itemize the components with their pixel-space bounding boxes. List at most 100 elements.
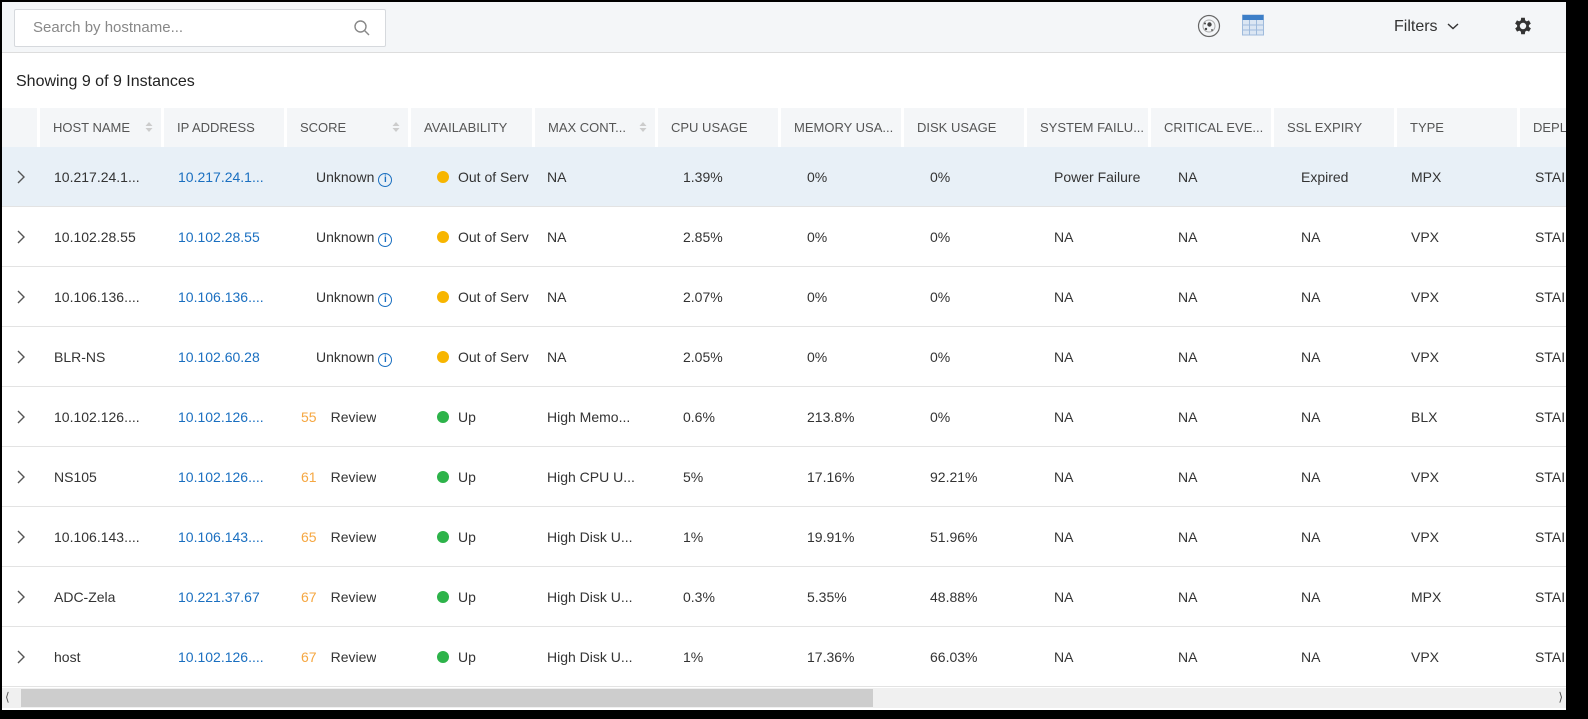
availability-status: Up <box>458 469 476 485</box>
score-label: Review <box>330 409 377 425</box>
mem-cell: 0% <box>807 229 828 245</box>
chevron-right-icon[interactable] <box>16 229 26 245</box>
gear-icon[interactable] <box>1512 15 1534 37</box>
disk-cell: 66.03% <box>930 649 978 665</box>
ip-cell[interactable]: 10.217.24.1... <box>178 147 287 207</box>
ip-cell[interactable]: 10.106.143.... <box>178 507 287 567</box>
mem-cell: 5.35% <box>807 589 847 605</box>
chevron-right-icon[interactable] <box>16 349 26 365</box>
scroll-right-icon[interactable]: ⟩ <box>1558 690 1563 704</box>
table-row[interactable]: 10.106.143.... 10.106.143.... 65 Review Up Hi… <box>2 507 1566 567</box>
cpu-cell: 2.85% <box>683 229 723 245</box>
status-dot-icon <box>437 291 449 303</box>
sort-icon[interactable] <box>639 121 647 133</box>
chevron-right-icon[interactable] <box>16 529 26 545</box>
horizontal-scrollbar[interactable]: ⟨ ⟩ <box>2 688 1566 708</box>
ssl-cell: NA <box>1301 409 1321 425</box>
host-cell: 10.102.28.55 <box>54 229 136 245</box>
status-dot-icon <box>437 411 449 423</box>
ip-cell[interactable]: 10.102.60.28 <box>178 327 287 387</box>
instance-count: Showing 9 of 9 Instances <box>16 73 195 90</box>
sys-cell: Power Failure <box>1054 169 1141 185</box>
sys-cell: NA <box>1054 409 1074 425</box>
column-header-label: IP ADDRESS <box>177 120 255 135</box>
score-label: Review <box>330 529 377 545</box>
availability-cell: Out of Serv <box>437 267 535 327</box>
ip-cell[interactable]: 10.102.126.... <box>178 387 287 447</box>
column-header[interactable]: MAX CONT... <box>535 108 658 147</box>
info-icon[interactable]: i <box>378 233 393 247</box>
table-row[interactable]: 10.102.28.55 10.102.28.55 Unknown i Out of S… <box>2 207 1566 267</box>
column-header-label: HOST NAME <box>53 120 131 135</box>
ip-cell[interactable]: 10.102.28.55 <box>178 207 287 267</box>
type-cell: VPX <box>1411 229 1440 245</box>
scroll-left-icon[interactable]: ⟨ <box>5 690 10 704</box>
sys-cell: NA <box>1054 289 1074 305</box>
table-row[interactable]: host 10.102.126.... 67 Review Up High Disk U.… <box>2 627 1566 687</box>
status-dot-icon <box>437 591 449 603</box>
column-header[interactable]: DISK USAGE <box>904 108 1027 147</box>
search-icon[interactable] <box>353 19 371 37</box>
column-header[interactable]: SYSTEM FAILU... <box>1027 108 1151 147</box>
info-icon[interactable]: i <box>378 353 393 367</box>
type-cell: BLX <box>1411 409 1438 425</box>
sys-cell: NA <box>1054 589 1074 605</box>
ip-cell[interactable]: 10.221.37.67 <box>178 567 287 627</box>
column-header[interactable]: DEPL <box>1520 108 1566 147</box>
table-row[interactable]: BLR-NS 10.102.60.28 Unknown i Out of Serv NA 2… <box>2 327 1566 387</box>
cpu-cell: 2.05% <box>683 349 723 365</box>
ip-cell[interactable]: 10.102.126.... <box>178 627 287 687</box>
host-cell: BLR-NS <box>54 349 106 365</box>
sys-cell: NA <box>1054 229 1074 245</box>
cpu-cell: 5% <box>683 469 704 485</box>
disk-cell: 48.88% <box>930 589 978 605</box>
column-header[interactable]: CRITICAL EVE... <box>1151 108 1274 147</box>
column-header[interactable]: MEMORY USA... <box>781 108 904 147</box>
table-row[interactable]: 10.217.24.1... 10.217.24.1... Unknown i Out … <box>2 147 1566 207</box>
max-cell: High Disk U... <box>547 529 633 545</box>
table-row[interactable]: ADC-Zela 10.221.37.67 67 Review Up High Disk … <box>2 567 1566 627</box>
column-header[interactable]: AVAILABILITY <box>411 108 535 147</box>
column-header[interactable]: SSL EXPIRY <box>1274 108 1397 147</box>
max-cell: High Disk U... <box>547 589 633 605</box>
table-row[interactable]: NS105 10.102.126.... 61 Review Up High CPU U.… <box>2 447 1566 507</box>
column-header[interactable]: IP ADDRESS <box>164 108 287 147</box>
table-row[interactable]: 10.106.136.... 10.106.136.... Unknown i Out … <box>2 267 1566 327</box>
chevron-right-icon[interactable] <box>16 169 26 185</box>
ip-cell[interactable]: 10.102.126.... <box>178 447 287 507</box>
host-cell: 10.217.24.1... <box>54 169 140 185</box>
score-cell: 61 Review <box>301 447 376 507</box>
chevron-right-icon[interactable] <box>16 469 26 485</box>
info-icon[interactable]: i <box>378 293 393 307</box>
ip-cell[interactable]: 10.106.136.... <box>178 267 287 327</box>
availability-cell: Out of Serv <box>437 327 535 387</box>
host-cell: NS105 <box>54 469 97 485</box>
score-value: 61 <box>301 469 317 485</box>
chevron-right-icon[interactable] <box>16 289 26 305</box>
filters-dropdown[interactable]: Filters <box>1394 18 1460 36</box>
chevron-right-icon[interactable] <box>16 649 26 665</box>
search-box[interactable] <box>14 9 386 47</box>
sys-cell: NA <box>1054 649 1074 665</box>
cluster-view-icon[interactable] <box>1197 14 1221 38</box>
score-label: Unknown <box>316 289 375 305</box>
chevron-right-icon[interactable] <box>16 409 26 425</box>
column-header[interactable]: TYPE <box>1397 108 1520 147</box>
table-row[interactable]: 10.102.126.... 10.102.126.... 55 Review Up Hi… <box>2 387 1566 447</box>
disk-cell: 92.21% <box>930 469 978 485</box>
info-icon[interactable]: i <box>378 173 393 187</box>
sort-icon[interactable] <box>145 121 153 133</box>
search-input[interactable] <box>33 19 333 36</box>
chevron-right-icon[interactable] <box>16 589 26 605</box>
table-view-icon[interactable] <box>1242 14 1264 36</box>
mem-cell: 213.8% <box>807 409 855 425</box>
cpu-cell: 0.3% <box>683 589 715 605</box>
scrollbar-thumb[interactable] <box>21 689 873 707</box>
column-header[interactable]: SCORE <box>287 108 411 147</box>
column-header[interactable]: HOST NAME <box>40 108 164 147</box>
mem-cell: 0% <box>807 289 828 305</box>
depl-cell: STAI <box>1535 529 1566 545</box>
ssl-cell: NA <box>1301 589 1321 605</box>
column-header[interactable]: CPU USAGE <box>658 108 781 147</box>
sort-icon[interactable] <box>392 121 400 133</box>
